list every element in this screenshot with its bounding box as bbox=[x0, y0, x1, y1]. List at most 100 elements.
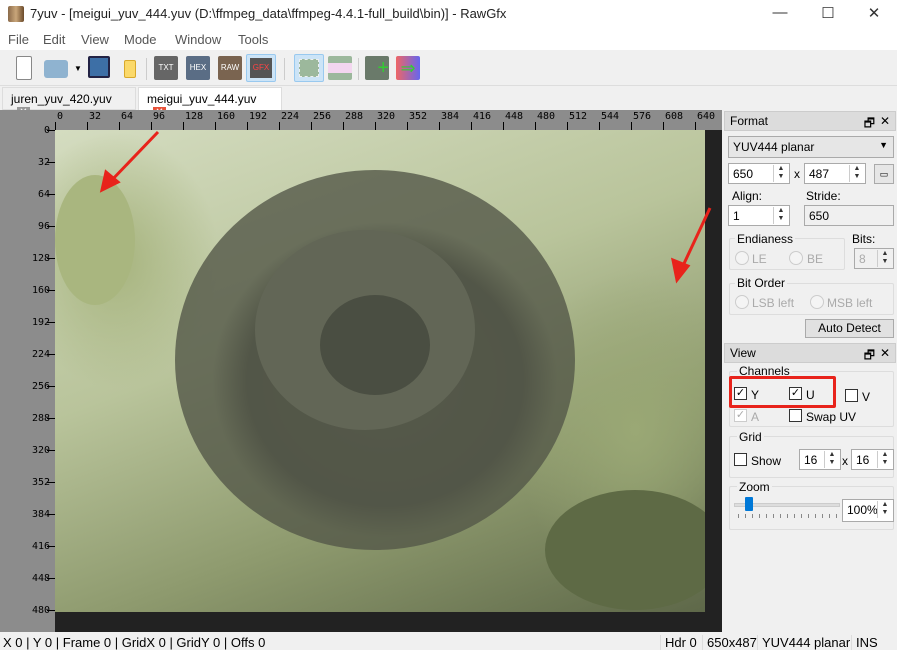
grid-separator: x bbox=[842, 454, 848, 468]
menu-window[interactable]: Window bbox=[175, 32, 221, 47]
hex-mode-icon[interactable]: HEX bbox=[186, 56, 210, 80]
spin-arrows-icon: ▲ ▼ bbox=[877, 250, 892, 267]
view-panel-header: View 🗗 ✕ bbox=[724, 343, 896, 363]
tab-label: meigui_yuv_444.yuv bbox=[147, 92, 257, 106]
zoom-spinbox[interactable]: 100% ▲ ▼ bbox=[842, 499, 894, 522]
float-panel-icon[interactable]: 🗗 bbox=[864, 346, 875, 367]
le-radio[interactable] bbox=[735, 251, 749, 265]
grid-x-value: 16 bbox=[804, 453, 818, 467]
gfx-mode-icon: GFX bbox=[250, 58, 272, 78]
bits-spinbox: 8 ▲ ▼ bbox=[854, 248, 894, 269]
folder-icon[interactable] bbox=[124, 60, 136, 78]
chevron-down-icon: ▼ bbox=[879, 140, 888, 150]
status-header: Hdr 0 bbox=[660, 635, 697, 650]
grid-select-button[interactable] bbox=[294, 54, 324, 82]
minimize-button[interactable]: — bbox=[770, 4, 790, 24]
width-spinbox[interactable]: 650 ▲ ▼ bbox=[728, 163, 790, 184]
open-dropdown-icon[interactable]: ▼ bbox=[74, 64, 82, 73]
zoom-slider-ticks bbox=[738, 514, 838, 518]
annotation-arrow bbox=[99, 130, 160, 193]
zoom-value: 100% bbox=[847, 503, 878, 517]
close-panel-icon[interactable]: ✕ bbox=[880, 346, 890, 360]
height-spinbox[interactable]: 487 ▲ ▼ bbox=[804, 163, 866, 184]
float-panel-icon[interactable]: 🗗 bbox=[864, 114, 875, 135]
annotation-arrow bbox=[670, 207, 712, 284]
selection-icon bbox=[299, 59, 319, 77]
spin-arrows-icon[interactable]: ▲ ▼ bbox=[773, 207, 788, 224]
status-mode: INS bbox=[851, 635, 878, 650]
spin-arrows-icon[interactable]: ▲ ▼ bbox=[877, 451, 892, 468]
menu-file[interactable]: File bbox=[8, 32, 29, 47]
save-icon[interactable] bbox=[88, 56, 110, 78]
status-format: YUV444 planar bbox=[757, 635, 850, 650]
maximize-button[interactable]: ☐ bbox=[818, 4, 838, 24]
format-panel-header: Format 🗗 ✕ bbox=[724, 111, 896, 131]
spin-arrows-icon[interactable]: ▲ ▼ bbox=[849, 165, 864, 182]
export-icon[interactable]: ⇒ bbox=[396, 56, 420, 80]
width-value: 650 bbox=[733, 167, 754, 181]
msb-left-label: MSB left bbox=[827, 296, 873, 310]
v-channel-checkbox[interactable] bbox=[845, 389, 858, 402]
lsb-left-label: LSB left bbox=[752, 296, 795, 310]
endianess-label: Endianess bbox=[735, 232, 796, 246]
stride-label: Stride: bbox=[806, 189, 841, 203]
height-value: 487 bbox=[809, 167, 830, 181]
app-icon bbox=[8, 6, 24, 22]
be-radio[interactable] bbox=[789, 251, 803, 265]
grid-y-value: 16 bbox=[856, 453, 870, 467]
bits-label: Bits: bbox=[852, 232, 876, 246]
align-value: 1 bbox=[733, 209, 740, 223]
menu-view[interactable]: View bbox=[81, 32, 109, 47]
bit-order-label: Bit Order bbox=[735, 276, 788, 290]
format-select[interactable]: YUV444 planar ▼ bbox=[728, 136, 894, 158]
tab-meigui-yuv-444[interactable]: meigui_yuv_444.yuv✕ bbox=[138, 87, 282, 121]
annotation-layer bbox=[99, 130, 712, 284]
annotation-highlight-box bbox=[729, 376, 836, 408]
close-button[interactable]: ✕ bbox=[864, 4, 884, 24]
status-size: 650x487 bbox=[702, 635, 757, 650]
toolbar-separator bbox=[358, 58, 359, 80]
tab-juren-yuv-420[interactable]: juren_yuv_420.yuv✕ bbox=[2, 87, 136, 121]
msb-left-radio[interactable] bbox=[810, 295, 824, 309]
spin-arrows-icon[interactable]: ▲ ▼ bbox=[773, 165, 788, 182]
add-frame-icon[interactable]: + bbox=[365, 56, 389, 80]
le-label: LE bbox=[752, 252, 767, 266]
spin-arrows-icon[interactable]: ▲ ▼ bbox=[877, 501, 892, 518]
txt-mode-icon[interactable]: TXT bbox=[154, 56, 178, 80]
window-title: 7yuv - [meigui_yuv_444.yuv (D:\ffmpeg_da… bbox=[30, 6, 507, 21]
open-folder-icon[interactable] bbox=[44, 60, 68, 78]
close-panel-icon[interactable]: ✕ bbox=[880, 114, 890, 128]
swap-uv-checkbox[interactable] bbox=[789, 409, 802, 422]
tab-label: juren_yuv_420.yuv bbox=[11, 92, 112, 106]
raw-mode-icon[interactable]: RAW bbox=[218, 56, 242, 80]
menu-mode[interactable]: Mode bbox=[124, 32, 157, 47]
a-channel-label: A bbox=[751, 410, 760, 424]
zoom-label: Zoom bbox=[737, 480, 772, 494]
status-position: X 0 | Y 0 | Frame 0 | GridX 0 | GridY 0 … bbox=[3, 635, 266, 650]
lsb-left-radio[interactable] bbox=[735, 295, 749, 309]
align-label: Align: bbox=[732, 189, 763, 203]
format-panel-title: Format bbox=[730, 114, 769, 128]
grid-x-spinbox[interactable]: 16 ▲ ▼ bbox=[799, 449, 841, 470]
grid-show-checkbox[interactable] bbox=[734, 453, 747, 466]
menu-tools[interactable]: Tools bbox=[238, 32, 268, 47]
spin-arrows-icon[interactable]: ▲ ▼ bbox=[824, 451, 839, 468]
bits-value: 8 bbox=[859, 252, 866, 266]
swap-uv-label: Swap UV bbox=[806, 410, 857, 424]
grid-y-spinbox[interactable]: 16 ▲ ▼ bbox=[851, 449, 894, 470]
align-spinbox[interactable]: 1 ▲ ▼ bbox=[728, 205, 790, 226]
gfx-mode-button[interactable]: GFX bbox=[246, 54, 276, 82]
grid-show-label: Show bbox=[751, 454, 782, 468]
size-preset-button[interactable]: ▭ bbox=[874, 164, 894, 184]
zoom-slider-thumb[interactable] bbox=[744, 497, 753, 511]
a-channel-checkbox: ✓ bbox=[734, 409, 747, 422]
auto-detect-button[interactable]: Auto Detect bbox=[805, 319, 894, 338]
view-panel-title: View bbox=[730, 346, 756, 360]
toolbar-separator bbox=[284, 58, 285, 80]
toolbar-separator bbox=[146, 58, 147, 80]
new-file-icon[interactable] bbox=[16, 56, 32, 80]
row-select-icon[interactable] bbox=[328, 56, 352, 80]
menu-edit[interactable]: Edit bbox=[43, 32, 65, 47]
v-channel-label: V bbox=[862, 390, 871, 404]
be-label: BE bbox=[807, 252, 824, 266]
